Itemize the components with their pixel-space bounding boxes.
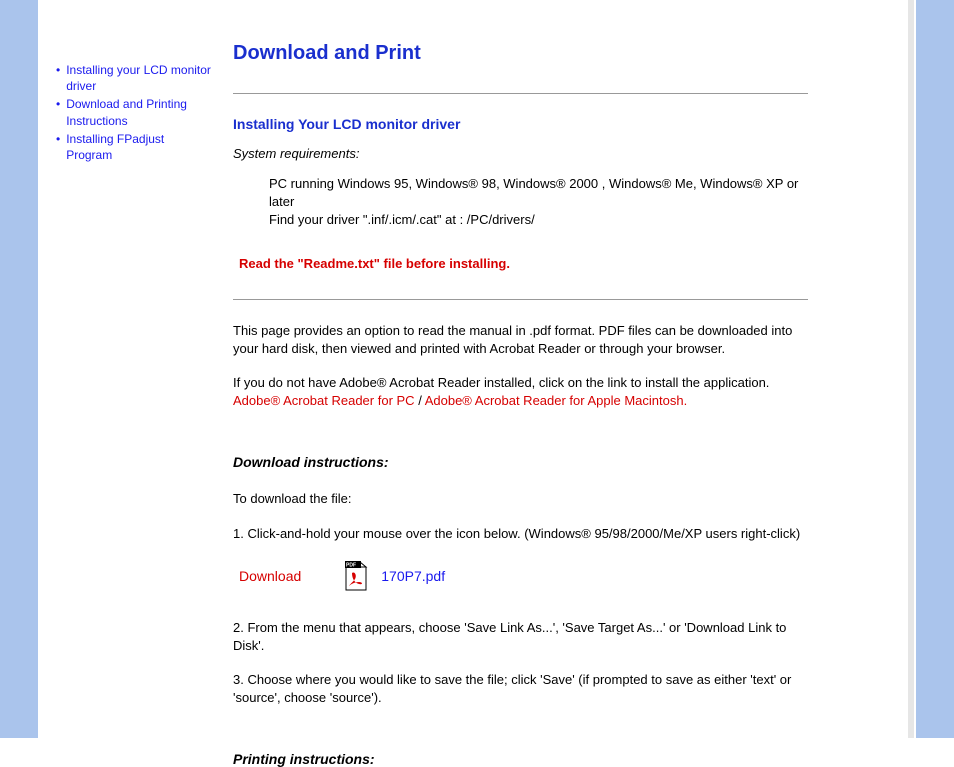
svg-text:PDF: PDF bbox=[346, 562, 356, 568]
pdf-icon[interactable]: PDF bbox=[345, 561, 371, 591]
divider bbox=[233, 93, 808, 94]
pdf-cell: PDF 170P7.pdf bbox=[345, 561, 445, 591]
download-step-2: 2. From the menu that appears, choose 'S… bbox=[233, 619, 808, 655]
pdf-file-link[interactable]: 170P7.pdf bbox=[381, 568, 445, 584]
bullet-icon: • bbox=[56, 131, 60, 163]
sidebar-link[interactable]: Download and Printing Instructions bbox=[66, 96, 213, 128]
section-heading-install: Installing Your LCD monitor driver bbox=[233, 116, 808, 132]
sidebar-link[interactable]: Installing FPadjust Program bbox=[66, 131, 213, 163]
acrobat-text: If you do not have Adobe® Acrobat Reader… bbox=[233, 375, 769, 390]
acrobat-mac-link[interactable]: Adobe® Acrobat Reader for Apple Macintos… bbox=[425, 393, 688, 408]
sidebar-item-fpadjust[interactable]: • Installing FPadjust Program bbox=[56, 131, 213, 163]
page-title: Download and Print bbox=[233, 42, 808, 65]
pdf-intro-paragraph: This page provides an option to read the… bbox=[233, 322, 808, 358]
page: • Installing your LCD monitor driver • D… bbox=[0, 0, 954, 738]
right-decorative-band bbox=[916, 0, 954, 738]
link-separator: / bbox=[415, 393, 425, 408]
sidebar-item-install-driver[interactable]: • Installing your LCD monitor driver bbox=[56, 62, 213, 94]
printing-heading: Printing instructions: bbox=[233, 751, 808, 767]
content-area: • Installing your LCD monitor driver • D… bbox=[38, 0, 908, 738]
sidebar-item-download-print[interactable]: • Download and Printing Instructions bbox=[56, 96, 213, 128]
sys-req-item: PC running Windows 95, Windows® 98, Wind… bbox=[269, 175, 808, 211]
download-intro: To download the file: bbox=[233, 490, 808, 508]
bullet-icon: • bbox=[56, 62, 60, 94]
download-row: Download PDF 170P7.pdf bbox=[239, 561, 808, 591]
readme-warning: Read the "Readme.txt" file before instal… bbox=[233, 256, 808, 271]
divider bbox=[233, 299, 808, 300]
sys-req-list: PC running Windows 95, Windows® 98, Wind… bbox=[233, 175, 808, 230]
sidebar-link[interactable]: Installing your LCD monitor driver bbox=[66, 62, 213, 94]
download-label: Download bbox=[239, 568, 301, 584]
download-heading: Download instructions: bbox=[233, 454, 808, 470]
main-content: Download and Print Installing Your LCD m… bbox=[223, 0, 908, 738]
sys-req-item: Find your driver ".inf/.icm/.cat" at : /… bbox=[269, 211, 808, 229]
sidebar-list: • Installing your LCD monitor driver • D… bbox=[56, 62, 213, 163]
acrobat-paragraph: If you do not have Adobe® Acrobat Reader… bbox=[233, 374, 808, 410]
bullet-icon: • bbox=[56, 96, 60, 128]
sidebar: • Installing your LCD monitor driver • D… bbox=[38, 0, 223, 738]
download-step-3: 3. Choose where you would like to save t… bbox=[233, 671, 808, 707]
left-decorative-band bbox=[0, 0, 38, 738]
download-step-1: 1. Click-and-hold your mouse over the ic… bbox=[233, 525, 808, 543]
sys-req-label: System requirements: bbox=[233, 146, 808, 161]
acrobat-pc-link[interactable]: Adobe® Acrobat Reader for PC bbox=[233, 393, 415, 408]
